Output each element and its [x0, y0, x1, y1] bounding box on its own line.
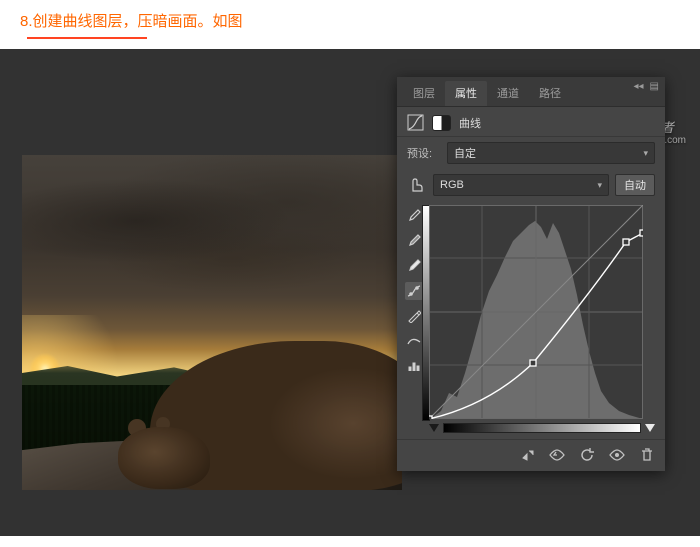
document-canvas[interactable] — [22, 155, 402, 490]
curve-tools — [405, 205, 423, 419]
tab-paths[interactable]: 路径 — [529, 81, 571, 106]
black-point-slider[interactable] — [429, 424, 439, 432]
auto-button[interactable]: 自动 — [615, 174, 655, 196]
curve-point-high[interactable] — [623, 239, 629, 245]
tab-channels[interactable]: 通道 — [487, 81, 529, 106]
panel-tabs: 图层 属性 通道 路径 — [397, 77, 665, 107]
curve-point-shadow[interactable] — [429, 416, 432, 419]
curves-editor — [397, 201, 665, 421]
white-point-slider[interactable] — [645, 424, 655, 432]
channel-select[interactable]: RGB ▾ — [433, 174, 609, 196]
curve-graph[interactable] — [429, 205, 643, 419]
channel-row: RGB ▾ 自动 — [397, 169, 665, 201]
channel-value: RGB — [440, 179, 464, 191]
chevron-down-icon: ▾ — [597, 180, 602, 191]
panel-menu-icon[interactable]: ▤ — [650, 81, 659, 92]
visibility-icon[interactable] — [609, 447, 625, 463]
input-gradient-row — [397, 421, 665, 439]
curves-icon — [407, 114, 424, 131]
clip-to-layer-icon[interactable] — [519, 447, 535, 463]
preset-select[interactable]: 自定 ▾ — [447, 142, 655, 164]
step-instruction: 8.创建曲线图层，压暗画面。如图 — [0, 0, 700, 35]
pencil-icon[interactable] — [405, 307, 423, 325]
highlight-underline — [27, 37, 147, 39]
reset-icon[interactable] — [579, 447, 595, 463]
chevron-down-icon: ▾ — [643, 148, 648, 159]
curve-point-mid[interactable] — [530, 360, 536, 366]
adjustment-type-label: 曲线 — [459, 115, 481, 131]
tab-layers[interactable]: 图层 — [403, 81, 445, 106]
collapse-icon[interactable]: ◂◂ — [634, 81, 644, 92]
panel-controls: ◂◂ ▤ — [634, 81, 660, 92]
preset-row: 预设: 自定 ▾ — [397, 137, 665, 169]
app-workspace: PS 爱好者 www.psahz.com ◂◂ ▤ 图层 属性 通道 路径 曲线… — [0, 49, 700, 536]
edit-points-icon[interactable] — [405, 282, 423, 300]
view-previous-icon[interactable] — [549, 447, 565, 463]
delete-icon[interactable] — [639, 447, 655, 463]
smooth-icon[interactable] — [405, 332, 423, 350]
preset-label: 预设: — [407, 145, 441, 161]
histogram-toggle-icon[interactable] — [405, 357, 423, 375]
eyedropper-white-icon[interactable] — [405, 257, 423, 275]
curve-point-white[interactable] — [640, 230, 643, 236]
eyedropper-gray-icon[interactable] — [405, 232, 423, 250]
properties-panel: ◂◂ ▤ 图层 属性 通道 路径 曲线 预设: 自定 ▾ — [397, 77, 665, 471]
input-gradient[interactable] — [443, 423, 641, 433]
targeted-adjust-icon[interactable] — [407, 175, 427, 195]
mask-icon[interactable] — [432, 115, 451, 131]
tab-properties[interactable]: 属性 — [445, 81, 487, 106]
panel-footer — [397, 439, 665, 471]
preset-value: 自定 — [454, 145, 476, 161]
adjustment-header: 曲线 — [397, 107, 665, 137]
eyedropper-black-icon[interactable] — [405, 207, 423, 225]
